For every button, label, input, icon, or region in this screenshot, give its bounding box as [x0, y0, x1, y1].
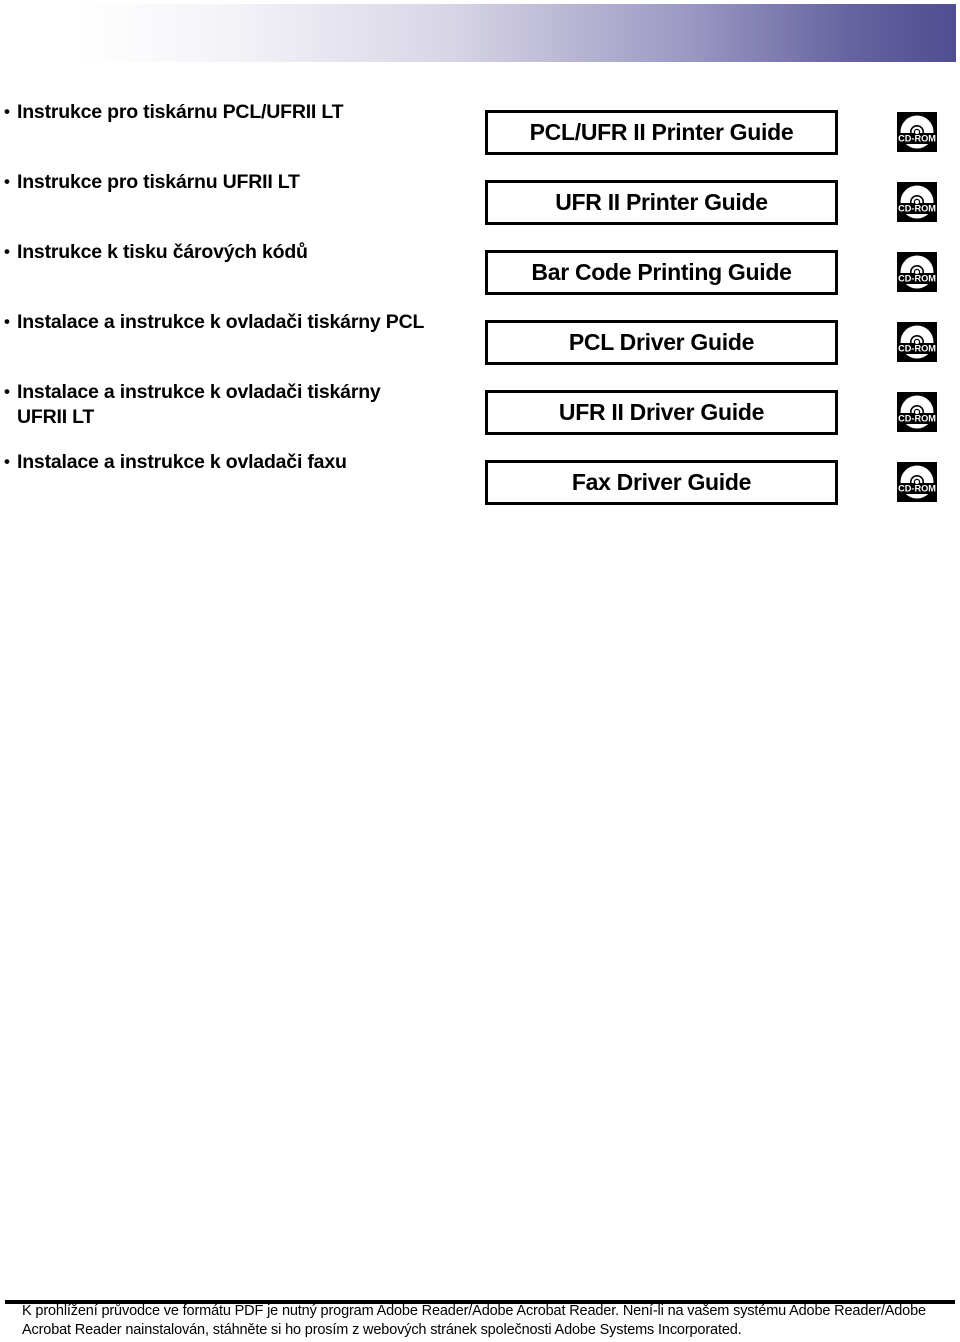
guide-name-label: UFR II Driver Guide [558, 399, 765, 425]
guide-row-4: Instalace a instrukce k ovladači tiskárn… [0, 309, 960, 380]
cd-rom-icon-label: CD-ROM [898, 204, 936, 214]
guide-description: Instalace a instrukce k ovladači tiskárn… [4, 379, 474, 430]
guide-name-box[interactable]: PCL/UFR II Printer Guide [485, 110, 838, 155]
guide-description-line: Instrukce k tisku čárových kódů [4, 239, 474, 265]
cd-rom-icon: CD-ROM [897, 182, 937, 222]
guide-name-box[interactable]: UFR II Printer Guide [485, 180, 838, 225]
footer-note: K prohlížení průvodce ve formátu PDF je … [22, 1302, 938, 1340]
guide-row-1: Instrukce pro tiskárnu PCL/UFRII LT PCL/… [0, 99, 960, 170]
cd-rom-icon-label: CD-ROM [898, 344, 936, 354]
guide-name-box[interactable]: Bar Code Printing Guide [485, 250, 838, 295]
guide-row-5: Instalace a instrukce k ovladači tiskárn… [0, 379, 960, 450]
header-gradient-banner [78, 4, 956, 62]
guide-description-line: Instrukce pro tiskárnu PCL/UFRII LT [4, 99, 474, 125]
guide-description-line: Instrukce pro tiskárnu UFRII LT [4, 169, 474, 195]
guide-description: Instrukce k tisku čárových kódů [4, 239, 474, 265]
gradient-bar [78, 4, 956, 62]
guide-description: Instrukce pro tiskárnu UFRII LT [4, 169, 474, 195]
cd-rom-icon-label: CD-ROM [898, 484, 936, 494]
cd-rom-icon: CD-ROM [897, 392, 937, 432]
guide-description-line: Instalace a instrukce k ovladači tiskárn… [4, 379, 474, 405]
guide-description: Instrukce pro tiskárnu PCL/UFRII LT [4, 99, 474, 125]
cd-rom-icon: CD-ROM [897, 112, 937, 152]
guide-description-line: Instalace a instrukce k ovladači faxu [4, 449, 474, 475]
cd-rom-icon-label: CD-ROM [898, 414, 936, 424]
cd-rom-icon: CD-ROM [897, 462, 937, 502]
cd-rom-icon-label: CD-ROM [898, 274, 936, 284]
guide-name-label: PCL/UFR II Printer Guide [529, 119, 794, 145]
guide-description: Instalace a instrukce k ovladači tiskárn… [4, 309, 474, 335]
footer-note-line: K prohlížení průvodce ve formátu PDF je … [22, 1303, 926, 1319]
cd-rom-icon-label: CD-ROM [898, 134, 936, 144]
guide-name-label: PCL Driver Guide [568, 329, 755, 355]
guide-name-box[interactable]: Fax Driver Guide [485, 460, 838, 505]
guide-description-line: Instalace a instrukce k ovladači tiskárn… [4, 309, 474, 335]
guide-list: Instrukce pro tiskárnu PCL/UFRII LT PCL/… [0, 99, 960, 520]
footer-note-line: Acrobat Reader nainstalován, stáhněte si… [22, 1322, 742, 1338]
cd-rom-icon: CD-ROM [897, 252, 937, 292]
guide-name-label: UFR II Printer Guide [555, 189, 768, 215]
guide-name-box[interactable]: PCL Driver Guide [485, 320, 838, 365]
guide-name-box[interactable]: UFR II Driver Guide [485, 390, 838, 435]
guide-row-3: Instrukce k tisku čárových kódů Bar Code… [0, 239, 960, 310]
guide-name-label: Fax Driver Guide [571, 469, 752, 495]
guide-row-2: Instrukce pro tiskárnu UFRII LT UFR II P… [0, 169, 960, 240]
guide-description-line: UFRII LT [17, 406, 95, 428]
guide-description: Instalace a instrukce k ovladači faxu [4, 449, 474, 475]
guide-row-6: Instalace a instrukce k ovladači faxu Fa… [0, 449, 960, 520]
cd-rom-icon: CD-ROM [897, 322, 937, 362]
guide-name-label: Bar Code Printing Guide [531, 259, 792, 285]
